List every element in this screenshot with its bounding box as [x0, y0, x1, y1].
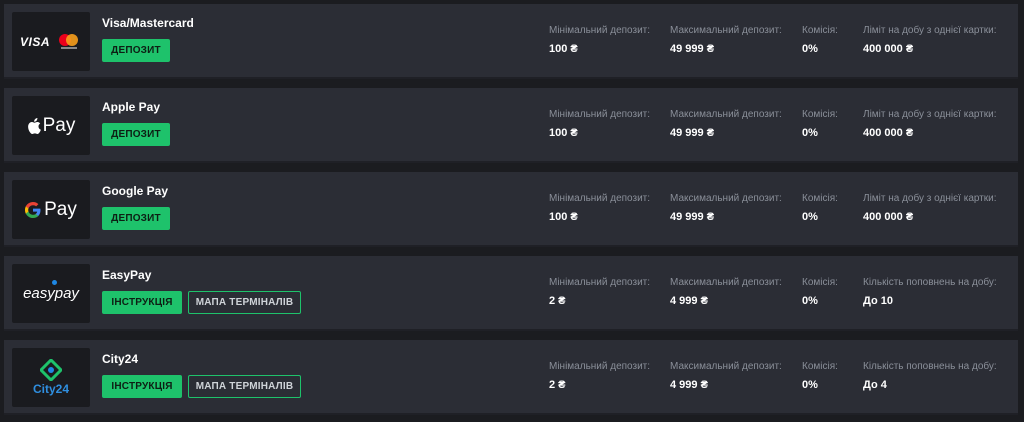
topups-per-day-label: Кількість поповнень на добу:: [863, 361, 997, 372]
min-deposit-label: Мінімальний депозит:: [549, 361, 651, 372]
deposit-button[interactable]: Депозит: [102, 39, 170, 62]
apple-icon: [27, 117, 41, 134]
instruction-button[interactable]: Інструкція: [102, 291, 182, 314]
topups-per-day: Кількість поповнень на добу: До 4: [863, 361, 997, 391]
method-name: Visa/Mastercard: [102, 16, 194, 30]
payment-row-visa-mastercard: VISA Visa/Mastercard Депозит Мінімальний…: [4, 4, 1018, 79]
min-deposit-value: 100 ₴: [549, 43, 578, 55]
min-deposit-value: 100 ₴: [549, 127, 578, 139]
daily-limit-label: Ліміт на добу з однієї картки:: [863, 193, 997, 204]
min-deposit-label: Мінімальний депозит:: [549, 277, 651, 288]
max-deposit-value: 49 999 ₴: [670, 43, 715, 55]
pay-text: Pay: [42, 114, 76, 136]
mastercard-icon: [59, 33, 78, 49]
max-deposit: Максимальний депозит: 4 999 ₴: [670, 277, 782, 307]
visa-logo-text: VISA: [19, 34, 50, 49]
max-deposit-label: Максимальний депозит:: [670, 25, 782, 36]
daily-limit-value: 400 000 ₴: [863, 211, 914, 223]
payment-row-city24: City24 City24 Інструкція Мапа терміналів…: [4, 340, 1018, 415]
max-deposit-label: Максимальний депозит:: [670, 109, 782, 120]
pay-text: Pay: [44, 198, 77, 220]
min-deposit: Мінімальний депозит: 100 ₴: [549, 109, 650, 139]
min-deposit: Мінімальний депозит: 100 ₴: [549, 193, 650, 223]
commission: Комісія: 0%: [802, 109, 838, 139]
max-deposit: Максимальний депозит: 49 999 ₴: [670, 193, 782, 223]
commission-value: 0%: [802, 379, 818, 391]
city24-logo: City24: [12, 348, 90, 407]
daily-limit: Ліміт на добу з однієї картки: 400 000 ₴: [863, 193, 997, 223]
max-deposit-label: Максимальний депозит:: [670, 277, 782, 288]
topups-per-day-label: Кількість поповнень на добу:: [863, 277, 997, 288]
max-deposit-value: 4 999 ₴: [670, 295, 708, 307]
min-deposit-value: 100 ₴: [549, 211, 578, 223]
commission: Комісія: 0%: [802, 361, 838, 391]
daily-limit-value: 400 000 ₴: [863, 43, 914, 55]
google-g-icon: [25, 201, 41, 218]
min-deposit: Мінімальний депозит: 2 ₴: [549, 361, 650, 391]
max-deposit: Максимальний депозит: 49 999 ₴: [670, 25, 782, 55]
easypay-logo: easypay: [12, 264, 90, 323]
payment-row-google-pay: Pay Google Pay Депозит Мінімальний депоз…: [4, 172, 1018, 247]
terminal-map-button[interactable]: Мапа терміналів: [188, 291, 301, 314]
commission-value: 0%: [802, 295, 818, 307]
min-deposit-label: Мінімальний депозит:: [549, 109, 651, 120]
max-deposit-value: 4 999 ₴: [670, 379, 708, 391]
max-deposit: Максимальний депозит: 4 999 ₴: [670, 361, 782, 391]
min-deposit-label: Мінімальний депозит:: [549, 193, 651, 204]
topups-per-day-value: До 4: [863, 379, 887, 391]
payment-methods-list: VISA Visa/Mastercard Депозит Мінімальний…: [0, 0, 1024, 422]
commission: Комісія: 0%: [802, 193, 838, 223]
daily-limit-label: Ліміт на добу з однієї картки:: [863, 109, 997, 120]
deposit-button[interactable]: Депозит: [102, 207, 170, 230]
daily-limit-label: Ліміт на добу з однієї картки:: [863, 25, 997, 36]
daily-limit: Ліміт на добу з однієї картки: 400 000 ₴: [863, 109, 997, 139]
commission: Комісія: 0%: [802, 277, 838, 307]
easypay-dot-icon: [52, 280, 57, 285]
min-deposit-value: 2 ₴: [549, 379, 566, 391]
daily-limit: Ліміт на добу з однієї картки: 400 000 ₴: [863, 25, 997, 55]
topups-per-day: Кількість поповнень на добу: До 10: [863, 277, 997, 307]
min-deposit-label: Мінімальний депозит:: [549, 25, 651, 36]
commission-value: 0%: [802, 127, 818, 139]
max-deposit-label: Максимальний депозит:: [670, 361, 782, 372]
commission-label: Комісія:: [802, 193, 838, 204]
apple-pay-logo: Pay: [12, 96, 90, 155]
topups-per-day-value: До 10: [863, 295, 893, 307]
commission-label: Комісія:: [802, 277, 838, 288]
max-deposit-label: Максимальний депозит:: [670, 193, 782, 204]
commission-value: 0%: [802, 43, 818, 55]
terminal-map-button[interactable]: Мапа терміналів: [188, 375, 301, 398]
commission-label: Комісія:: [802, 25, 838, 36]
min-deposit: Мінімальний депозит: 100 ₴: [549, 25, 650, 55]
commission-value: 0%: [802, 211, 818, 223]
commission-label: Комісія:: [802, 109, 838, 120]
min-deposit-value: 2 ₴: [549, 295, 566, 307]
max-deposit-value: 49 999 ₴: [670, 211, 715, 223]
max-deposit-value: 49 999 ₴: [670, 127, 715, 139]
payment-row-easypay: easypay EasyPay Інструкція Мапа термінал…: [4, 256, 1018, 331]
city24-mark-icon: [40, 359, 62, 381]
max-deposit: Максимальний депозит: 49 999 ₴: [670, 109, 782, 139]
method-name: City24: [102, 352, 139, 366]
commission-label: Комісія:: [802, 361, 838, 372]
method-name: Apple Pay: [102, 100, 161, 114]
deposit-button[interactable]: Депозит: [102, 123, 170, 146]
method-name: Google Pay: [102, 184, 169, 198]
city24-logo-text: City24: [32, 382, 70, 396]
visa-mastercard-logo: VISA: [12, 12, 90, 71]
easypay-logo-text: easypay: [23, 285, 79, 302]
commission: Комісія: 0%: [802, 25, 838, 55]
instruction-button[interactable]: Інструкція: [102, 375, 182, 398]
daily-limit-value: 400 000 ₴: [863, 127, 914, 139]
payment-row-apple-pay: Pay Apple Pay Депозит Мінімальний депози…: [4, 88, 1018, 163]
method-name: EasyPay: [102, 268, 152, 282]
min-deposit: Мінімальний депозит: 2 ₴: [549, 277, 650, 307]
google-pay-logo: Pay: [12, 180, 90, 239]
